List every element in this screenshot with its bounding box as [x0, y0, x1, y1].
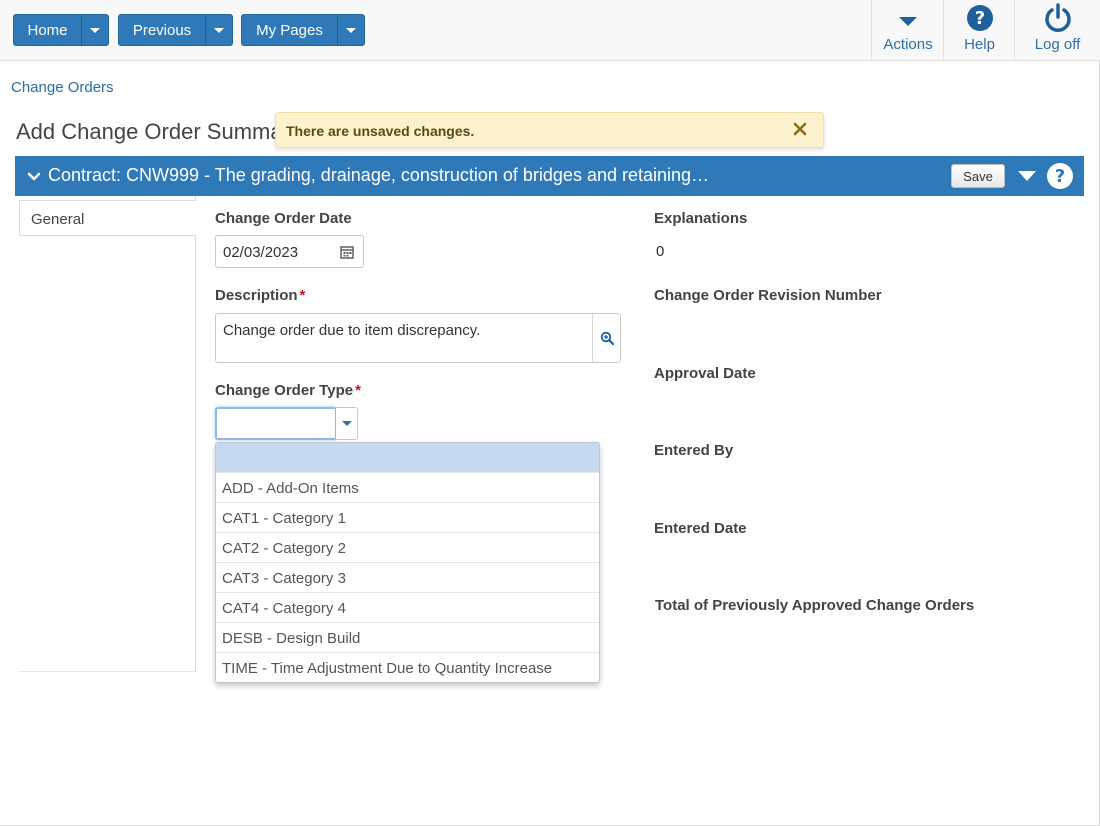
contract-panel-header: Contract: CNW999 - The grading, drainage… — [15, 156, 1084, 196]
collapse-panel-button[interactable] — [27, 169, 41, 187]
total-approved-change-orders-label: Total of Previously Approved Change Orde… — [655, 597, 975, 614]
calendar-button[interactable] — [340, 245, 354, 263]
change-order-date-label: Change Order Date — [215, 210, 352, 227]
close-notification-button[interactable] — [793, 122, 807, 141]
explanations-value: 0 — [656, 243, 665, 260]
help-button[interactable]: ? Help — [943, 0, 1015, 61]
dropdown-option[interactable]: DESB - Design Build — [216, 623, 599, 653]
my-pages-button[interactable]: My Pages — [242, 15, 337, 45]
home-button-group: Home — [13, 14, 109, 46]
actions-label: Actions — [883, 36, 933, 53]
calendar-icon — [340, 246, 354, 259]
actions-button[interactable]: Actions — [871, 0, 944, 61]
date-value: 02/03/2023 — [223, 244, 299, 261]
dropdown-option-blank[interactable] — [216, 443, 599, 473]
previous-dropdown-button[interactable] — [205, 15, 232, 45]
svg-text:?: ? — [1055, 166, 1065, 187]
revision-number-label: Change Order Revision Number — [654, 287, 882, 304]
change-order-type-input[interactable] — [215, 407, 337, 440]
help-label: Help — [964, 36, 995, 53]
description-label: Description * — [215, 287, 305, 304]
panel-menu-icon[interactable] — [1018, 171, 1036, 181]
breadcrumb-change-orders[interactable]: Change Orders — [11, 79, 114, 96]
dropdown-option[interactable]: CAT1 - Category 1 — [216, 503, 599, 533]
description-input[interactable]: Change order due to item discrepancy. — [215, 313, 621, 363]
entered-date-label: Entered Date — [654, 520, 747, 537]
svg-text:?: ? — [974, 8, 984, 29]
explanations-label: Explanations — [654, 210, 748, 227]
my-pages-dropdown-button[interactable] — [337, 15, 364, 45]
previous-button-group: Previous — [118, 14, 233, 46]
divider — [19, 671, 197, 672]
change-order-type-options: ADD - Add-On Items CAT1 - Category 1 CAT… — [215, 442, 600, 683]
expand-description-button[interactable] — [592, 314, 620, 362]
app-window: Home Previous My Pages Actions ? Help Lo… — [0, 0, 1100, 826]
contract-title: Contract: CNW999 - The grading, drainage… — [48, 165, 710, 185]
tab-column: General — [19, 196, 196, 672]
description-value: Change order due to item discrepancy. — [223, 322, 481, 339]
tab-general[interactable]: General — [19, 200, 196, 236]
home-button[interactable]: Home — [14, 15, 81, 45]
actions-caret-icon — [899, 16, 917, 26]
entered-by-label: Entered By — [654, 442, 734, 459]
close-icon — [793, 122, 807, 136]
power-icon — [1044, 3, 1071, 32]
change-order-type-label-text: Change Order Type — [215, 382, 354, 399]
dropdown-option[interactable]: CAT4 - Category 4 — [216, 593, 599, 623]
required-marker: * — [299, 287, 306, 304]
zoom-icon — [600, 331, 614, 345]
required-marker: * — [355, 382, 361, 399]
caret-down-icon — [346, 27, 356, 33]
log-off-label: Log off — [1034, 36, 1081, 53]
previous-button[interactable]: Previous — [119, 15, 205, 45]
save-button[interactable]: Save — [951, 164, 1005, 188]
home-dropdown-button[interactable] — [81, 15, 108, 45]
dropdown-option[interactable]: CAT2 - Category 2 — [216, 533, 599, 563]
change-order-type-label: Change Order Type * — [215, 382, 361, 399]
dropdown-option[interactable]: CAT3 - Category 3 — [216, 563, 599, 593]
unsaved-changes-notification: There are unsaved changes. — [275, 112, 824, 148]
panel-help-button[interactable]: ? — [1046, 162, 1074, 195]
dropdown-option[interactable]: ADD - Add-On Items — [216, 473, 599, 503]
my-pages-button-group: My Pages — [241, 14, 365, 46]
approval-date-label: Approval Date — [654, 365, 756, 382]
log-off-button[interactable]: Log off — [1014, 0, 1100, 61]
caret-down-icon — [341, 421, 352, 426]
page-title: Add Change Order Summary — [16, 119, 278, 144]
caret-down-icon — [90, 27, 100, 33]
help-icon: ? — [1047, 163, 1073, 189]
help-icon: ? — [966, 5, 993, 31]
chevron-down-icon — [27, 172, 41, 181]
notification-message: There are unsaved changes. — [286, 123, 475, 139]
caret-down-icon — [214, 27, 224, 33]
description-label-text: Description — [215, 287, 298, 304]
dropdown-option[interactable]: TIME - Time Adjustment Due to Quantity I… — [216, 653, 599, 682]
change-order-type-dropdown-button[interactable] — [336, 407, 358, 440]
top-bar: Home Previous My Pages Actions ? Help Lo… — [0, 0, 1100, 61]
change-order-date-input[interactable]: 02/03/2023 — [215, 235, 364, 268]
